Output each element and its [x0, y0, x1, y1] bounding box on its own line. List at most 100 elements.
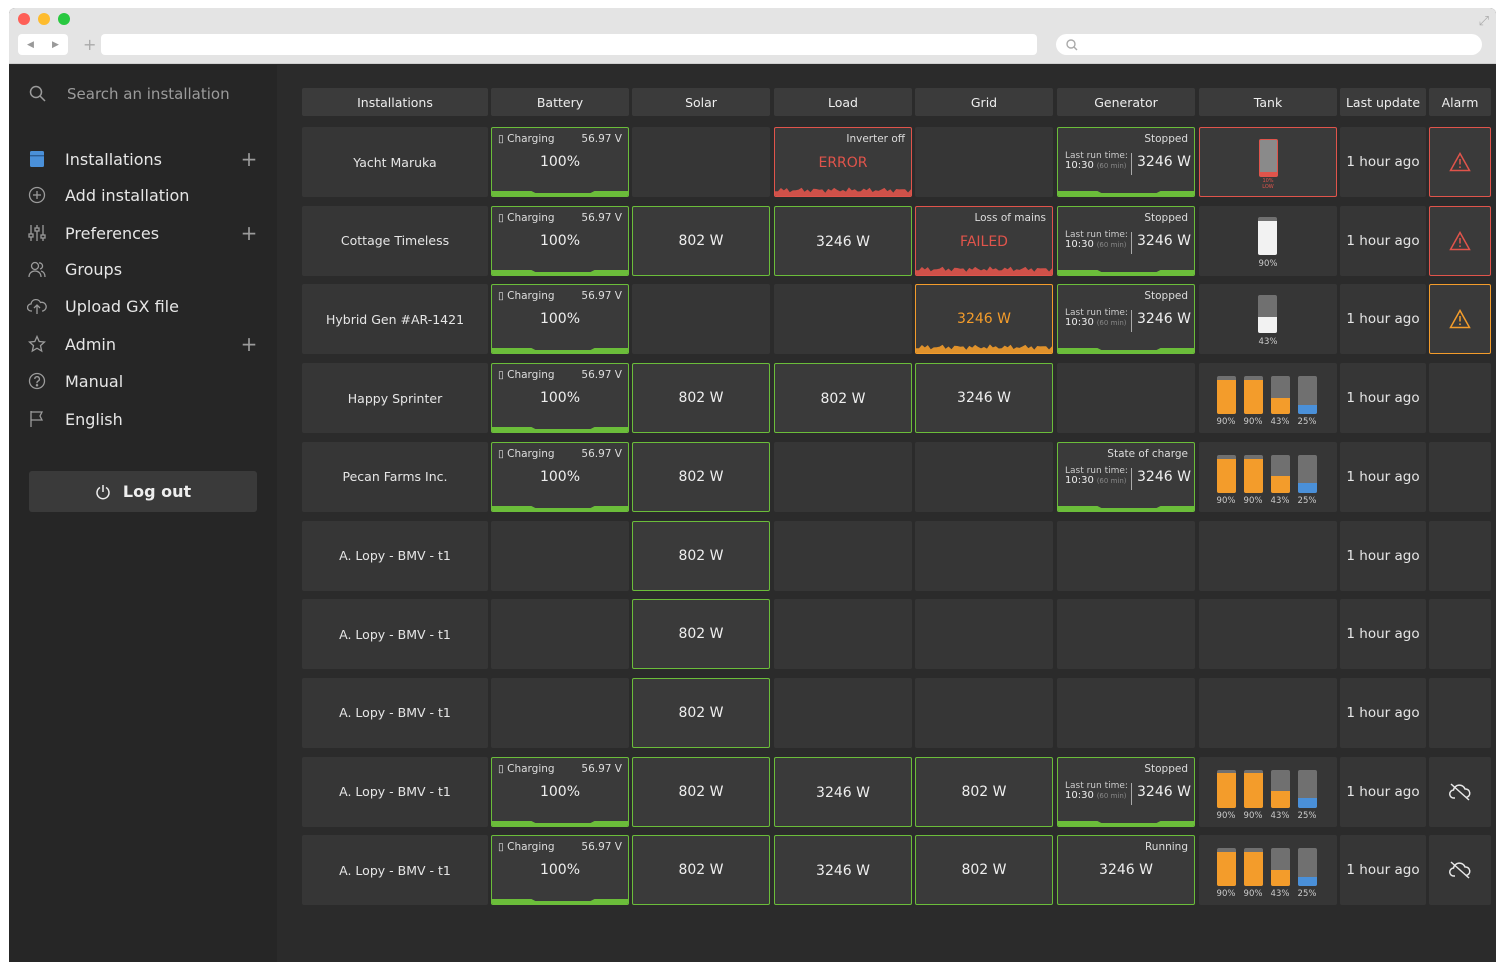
installation-name-cell[interactable]: Cottage Timeless — [302, 205, 488, 276]
back-icon[interactable]: ◀ — [27, 40, 34, 50]
fullscreen-icon[interactable]: ⤢ — [1479, 14, 1489, 29]
generator-cell[interactable]: State of charge Last run time: 10:30 (60 m… — [1057, 441, 1195, 512]
expand-plus-icon[interactable]: + — [239, 223, 259, 243]
installation-name-cell[interactable]: A. Lopy - BMV - t1 — [302, 677, 488, 748]
tank-cell[interactable]: 90% 90% 43% 25% — [1199, 363, 1337, 434]
installation-name[interactable]: A. Lopy - BMV - t1 — [339, 627, 451, 642]
load-cell[interactable]: 3246 W — [774, 835, 912, 906]
grid-cell[interactable]: 802 W — [915, 756, 1053, 827]
sidebar-item-admin[interactable]: Admin + — [27, 332, 259, 356]
column-header-installations[interactable]: Installations — [302, 88, 488, 116]
battery-cell[interactable]: ▯ Charging 56.97 V 100% — [491, 363, 629, 434]
installation-name-cell[interactable]: A. Lopy - BMV - t1 — [302, 835, 488, 906]
solar-cell[interactable]: 802 W — [632, 205, 770, 276]
installation-name-cell[interactable]: A. Lopy - BMV - t1 — [302, 520, 488, 591]
grid-cell[interactable]: 802 W — [915, 835, 1053, 906]
installation-name[interactable]: Yacht Maruka — [353, 155, 436, 170]
tank-cell[interactable]: 43% — [1199, 284, 1337, 355]
load-cell[interactable]: 3246 W — [774, 756, 912, 827]
generator-cell[interactable]: Stopped Last run time: 10:30 (60 min) 3246 … — [1057, 756, 1195, 827]
sidebar-item-preferences[interactable]: Preferences + — [27, 221, 259, 245]
generator-last-run: Last run time: 10:30 (60 min) — [1065, 780, 1128, 801]
battery-cell[interactable]: ▯ Charging 56.97 V 100% — [491, 284, 629, 355]
installation-name[interactable]: Hybrid Gen #AR-1421 — [326, 312, 464, 327]
sidebar-item-english[interactable]: English — [27, 407, 259, 431]
solar-cell[interactable]: 802 W — [632, 756, 770, 827]
installation-name-cell[interactable]: A. Lopy - BMV - t1 — [302, 599, 488, 670]
installation-name-cell[interactable]: A. Lopy - BMV - t1 — [302, 756, 488, 827]
battery-cell[interactable]: ▯ Charging 56.97 V 100% — [491, 205, 629, 276]
alarm-cell[interactable] — [1429, 756, 1491, 827]
maximize-window-icon[interactable] — [58, 13, 70, 25]
installation-name[interactable]: A. Lopy - BMV - t1 — [339, 784, 451, 799]
sidebar-item-label: Admin — [65, 334, 116, 354]
sidebar-item-installations[interactable]: Installations + — [27, 147, 259, 171]
column-header-battery[interactable]: Battery — [491, 88, 629, 116]
installation-name-cell[interactable]: Happy Sprinter — [302, 363, 488, 434]
new-tab-icon[interactable]: + — [83, 34, 96, 55]
grid-cell[interactable]: 3246 W — [915, 363, 1053, 434]
battery-soc: 100% — [539, 468, 581, 485]
tank-cell[interactable]: 10% LOW — [1199, 127, 1337, 197]
tank-cell[interactable]: 90% 90% 43% 25% — [1199, 756, 1337, 827]
browser-search-bar[interactable] — [1056, 34, 1482, 55]
logout-button[interactable]: Log out — [29, 471, 257, 512]
installation-name[interactable]: Happy Sprinter — [348, 391, 442, 406]
load-cell[interactable]: 3246 W — [774, 205, 912, 276]
sidebar-item-label: Groups — [65, 259, 123, 279]
minimize-window-icon[interactable] — [38, 13, 50, 25]
sidebar-item-add-installation[interactable]: Add installation — [27, 183, 259, 207]
solar-cell[interactable]: 802 W — [632, 520, 770, 591]
column-header-load[interactable]: Load — [774, 88, 912, 116]
installation-name-cell[interactable]: Pecan Farms Inc. — [302, 441, 488, 512]
address-bar[interactable] — [101, 34, 1037, 55]
installation-name[interactable]: Cottage Timeless — [341, 233, 449, 248]
installation-name-cell[interactable]: Yacht Maruka — [302, 127, 488, 197]
column-header-solar[interactable]: Solar — [632, 88, 770, 116]
installation-name[interactable]: A. Lopy - BMV - t1 — [339, 548, 451, 563]
generator-cell[interactable]: Stopped Last run time: 10:30 (60 min) 3246 … — [1057, 284, 1195, 355]
installation-name[interactable]: Pecan Farms Inc. — [343, 469, 448, 484]
search-installation[interactable]: Search an installation — [29, 85, 230, 103]
search-input[interactable]: Search an installation — [67, 85, 230, 103]
solar-cell[interactable]: 802 W — [632, 835, 770, 906]
installation-name[interactable]: A. Lopy - BMV - t1 — [339, 705, 451, 720]
column-header-grid[interactable]: Grid — [915, 88, 1053, 116]
load-cell[interactable]: Inverter off ERROR — [774, 127, 912, 197]
sidebar-item-upload-gx-file[interactable]: Upload GX file — [27, 294, 259, 318]
close-window-icon[interactable] — [18, 13, 30, 25]
alarm-cell[interactable] — [1429, 205, 1491, 276]
load-cell[interactable]: 802 W — [774, 363, 912, 434]
grid-cell[interactable]: 3246 W — [915, 284, 1053, 355]
tank-cell[interactable]: 90% — [1199, 205, 1337, 276]
battery-cell[interactable]: ▯ Charging 56.97 V 100% — [491, 127, 629, 197]
sidebar-item-groups[interactable]: Groups — [27, 257, 259, 281]
column-header-generator[interactable]: Generator — [1057, 88, 1195, 116]
grid-cell[interactable]: Loss of mains FAILED — [915, 205, 1053, 276]
battery-cell[interactable]: ▯ Charging 56.97 V 100% — [491, 441, 629, 512]
solar-cell[interactable]: 802 W — [632, 599, 770, 670]
last-update: 1 hour ago — [1346, 626, 1420, 643]
generator-cell[interactable]: Running 3246 W — [1057, 835, 1195, 906]
alarm-cell[interactable] — [1429, 127, 1491, 197]
tank-cell[interactable]: 90% 90% 43% 25% — [1199, 441, 1337, 512]
solar-cell[interactable]: 802 W — [632, 677, 770, 748]
expand-plus-icon[interactable]: + — [239, 149, 259, 169]
battery-cell[interactable]: ▯ Charging 56.97 V 100% — [491, 756, 629, 827]
battery-cell[interactable]: ▯ Charging 56.97 V 100% — [491, 835, 629, 906]
alarm-cell[interactable] — [1429, 284, 1491, 355]
column-header-last-update[interactable]: Last update — [1340, 88, 1426, 116]
alarm-cell[interactable] — [1429, 835, 1491, 906]
installation-name-cell[interactable]: Hybrid Gen #AR-1421 — [302, 284, 488, 355]
solar-cell[interactable]: 802 W — [632, 363, 770, 434]
solar-cell[interactable]: 802 W — [632, 441, 770, 512]
expand-plus-icon[interactable]: + — [239, 334, 259, 354]
generator-cell[interactable]: Stopped Last run time: 10:30 (60 min) 3246 … — [1057, 127, 1195, 197]
installation-name[interactable]: A. Lopy - BMV - t1 — [339, 863, 451, 878]
column-header-alarm[interactable]: Alarm — [1429, 88, 1491, 116]
tank-cell[interactable]: 90% 90% 43% 25% — [1199, 835, 1337, 906]
column-header-tank[interactable]: Tank — [1199, 88, 1337, 116]
forward-icon[interactable]: ▶ — [52, 40, 59, 50]
generator-cell[interactable]: Stopped Last run time: 10:30 (60 min) 3246 … — [1057, 205, 1195, 276]
sidebar-item-manual[interactable]: Manual — [27, 369, 259, 393]
